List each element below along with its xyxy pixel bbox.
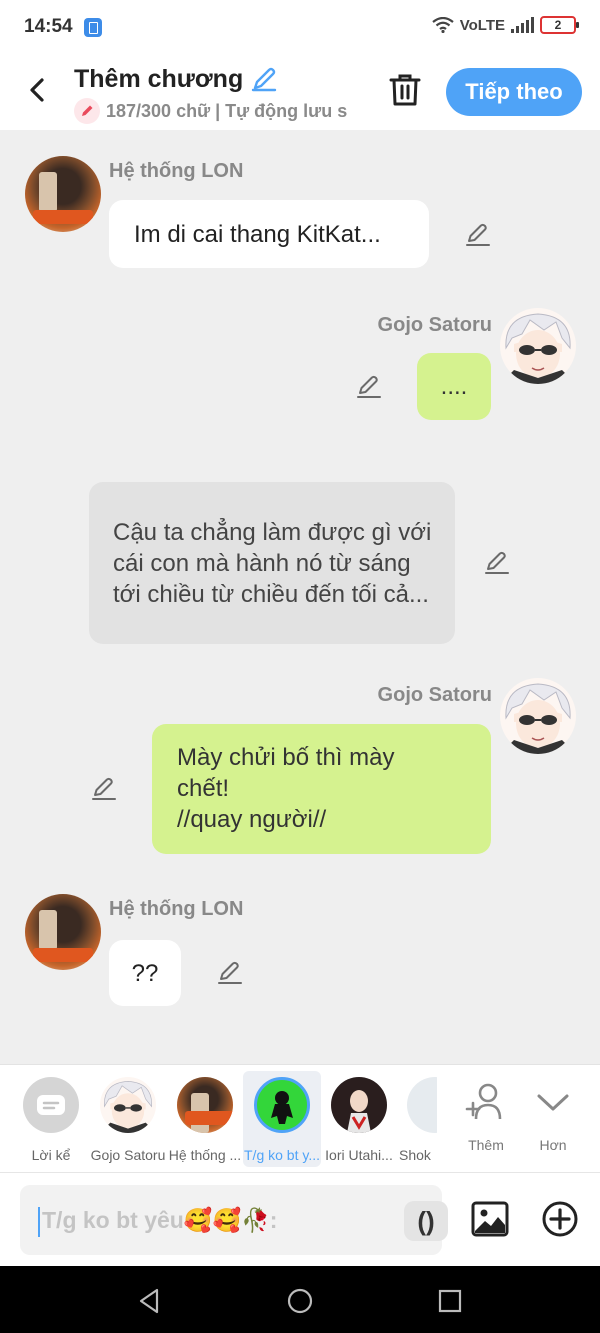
cast-iori-utahime[interactable]: Iori Utahi... [320,1071,398,1167]
add-circle-icon[interactable] [540,1199,580,1239]
status-time: 14:54 [24,16,73,37]
nav-recents-icon[interactable] [435,1286,465,1316]
word-count-text: 187/300 chữ | Tự động lưu s [106,100,348,121]
cast-avatar [254,1077,310,1133]
character-bar: Lời kể Gojo Satoru Hệ thống ... T/g ko b… [0,1064,600,1172]
narration-bubble[interactable]: Cậu ta chẳng làm được gì với cái con mà … [89,482,455,644]
cast-tg-ko-bt-yeu[interactable]: T/g ko bt y... [243,1071,321,1167]
add-person-icon [465,1083,502,1120]
status-indicators: VoLTE 2 [432,16,579,34]
action-parentheses-button[interactable]: () [404,1201,448,1241]
cast-avatar [407,1077,437,1133]
message-text: .... [440,373,468,400]
avatar-gojo-satoru[interactable] [500,678,576,754]
gojo-avatar-icon [500,313,576,384]
message-text: Im di cai thang KitKat... [134,220,381,248]
battery-icon: 2 [540,16,579,34]
edit-message-icon[interactable] [464,220,492,248]
cast-avatar [100,1077,156,1133]
message-line: //quay người// [177,806,327,833]
message-bubble[interactable]: Mày chửi bố thì mày chết! //quay người// [152,724,491,854]
message-bubble[interactable]: Im di cai thang KitKat... [109,200,429,268]
title-row: Thêm chương [74,64,279,94]
message-sender: Gojo Satoru [377,684,492,706]
cast-label: Gojo Satoru [90,1147,166,1163]
gojo-avatar-icon [500,683,576,754]
cast-narration[interactable]: Lời kể [12,1071,90,1167]
input-bar: T/g ko bt yêu🥰🥰🥀: () [0,1172,600,1266]
back-button[interactable] [20,72,56,108]
network-type: VoLTE [459,16,505,34]
next-button[interactable]: Tiếp theo [446,68,582,116]
avatar-he-thong-lon[interactable] [25,894,101,970]
avatar-gojo-satoru[interactable] [500,308,576,384]
cast-avatar [331,1077,387,1133]
message-line: chết! [177,775,230,802]
status-bar: 14:54 VoLTE 2 [0,0,600,56]
trash-button[interactable] [388,72,422,108]
cast-gojo-satoru[interactable]: Gojo Satoru [89,1071,167,1167]
edit-message-icon[interactable] [355,372,383,400]
page-title: Thêm chương [74,64,244,93]
cast-label: T/g ko bt y... [244,1147,320,1163]
image-icon[interactable] [470,1199,510,1239]
narration-icon [23,1077,79,1133]
nav-back-icon[interactable] [135,1286,165,1316]
edit-message-icon[interactable] [483,548,511,576]
app-header: Thêm chương 187/300 chữ | Tự động lưu s … [0,56,600,130]
message-text: ?? [131,959,159,987]
system-nav-bar [0,1266,600,1333]
nav-home-icon[interactable] [285,1286,315,1316]
message-input[interactable]: T/g ko bt yêu🥰🥰🥀: () [20,1185,448,1255]
cast-label: Iori Utahi... [325,1147,393,1163]
cast-shoko[interactable]: Shok [397,1071,437,1167]
avatar-he-thong-lon[interactable] [25,156,101,232]
cast-avatar [177,1077,233,1133]
chevron-down-icon [537,1094,569,1111]
edit-title-icon[interactable] [249,64,279,94]
cast-label: Hệ thống ... [168,1147,242,1163]
collapse-button[interactable]: Hơn [523,1077,583,1167]
message-bubble[interactable]: ?? [109,940,181,1006]
wifi-icon [432,17,454,33]
add-character-label: Thêm [468,1137,504,1153]
edit-message-icon[interactable] [216,958,244,986]
app-notification-icon [84,18,102,37]
collapse-label: Hơn [539,1137,567,1153]
message-sender: Hệ thống LON [109,160,244,182]
message-line: Mày chửi bố thì mày [177,744,395,771]
signal-icon [511,17,534,33]
cast-label: Shok [399,1147,431,1163]
edit-message-icon[interactable] [90,774,118,802]
message-sender: Gojo Satoru [377,314,492,336]
input-text: T/g ko bt yêu🥰🥰🥀: [42,1207,278,1233]
cast-label: Lời kể [31,1147,71,1163]
add-character-button[interactable]: Thêm [456,1077,516,1167]
narration-text: Cậu ta chẳng làm được gì với cái con mà … [113,518,432,608]
word-count-row: 187/300 chữ | Tự động lưu s [74,98,362,124]
pencil-badge-icon [74,98,100,124]
message-bubble[interactable]: .... [417,353,491,420]
cast-he-thong-lon[interactable]: Hệ thống ... [166,1071,244,1167]
text-caret [38,1207,40,1237]
message-sender: Hệ thống LON [109,898,244,920]
